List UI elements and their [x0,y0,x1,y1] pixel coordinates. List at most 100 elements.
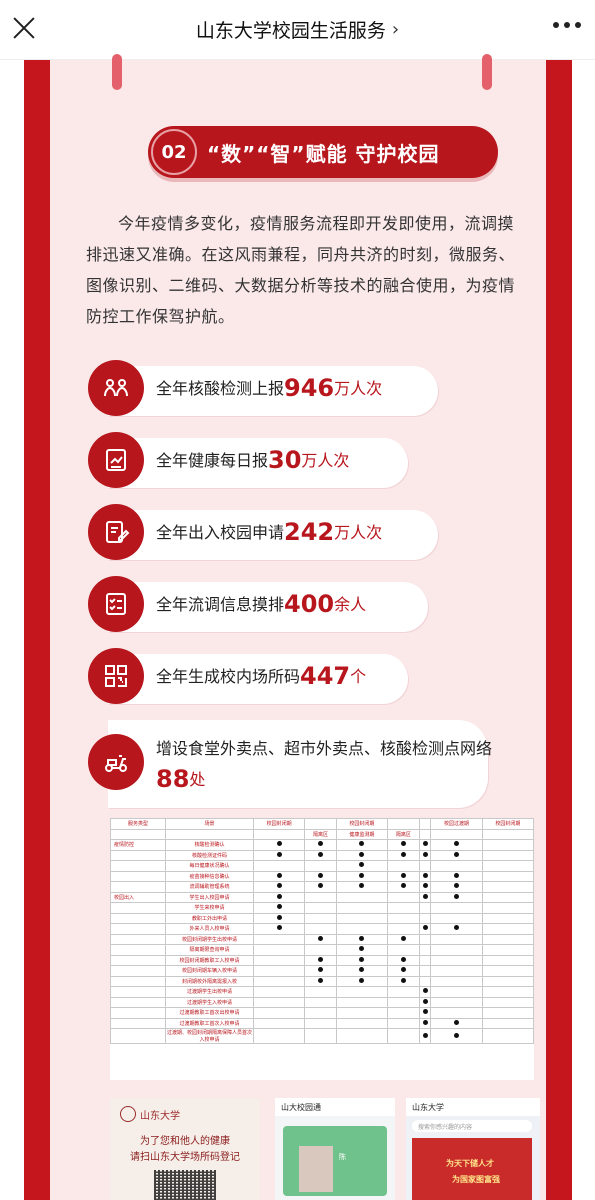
table-header-cell: 健康监测期 [335,828,389,840]
people-icon [88,360,144,416]
mark-cell [387,975,420,987]
thumb-poster[interactable]: 山东大学 为了您和他人的健康 请扫山东大学场所码登记 [110,1098,260,1200]
mark-cell [481,954,535,966]
table-row: 学生来校申请 [110,902,535,914]
scene-cell: 疫苗接种信息确认 [165,870,254,882]
mark-cell [304,1028,337,1044]
service-type-cell [110,860,166,872]
table-row: 过渡期教职工首次出校申请 [110,1007,535,1019]
table-header-cell: 隔离区 [304,828,337,840]
bullet-icon [400,851,406,857]
table-row: 隔离期限查询申请 [110,944,535,956]
bullet-icon [359,967,365,973]
stat-item: 全年出入校园申请242万人次 [88,504,438,564]
stat-number: 242 [284,518,335,546]
table-header-cell [418,818,432,830]
bullet-icon [359,841,365,847]
mark-cell [304,944,337,956]
table-row: 过渡期学生入校申请 [110,996,535,1008]
scene-cell: 核酸检测证件码 [165,849,254,861]
table-header-cell: 场景 [165,818,254,830]
mark-cell [430,986,483,998]
service-type-cell [110,849,166,861]
avatar [299,1146,333,1192]
mark-cell [387,996,420,1008]
bullet-icon [318,851,324,857]
mark-cell [481,933,535,945]
mark-cell [430,891,483,903]
mark-cell [304,933,337,945]
service-type-cell: 校园出入 [110,891,166,903]
thumb-mini-program[interactable]: 山东大学 搜索你感兴趣的内容 为天下储人才 为国家图富强 [406,1098,540,1200]
mark-cell [387,902,420,914]
bullet-icon [454,841,460,847]
mark-cell [335,975,389,987]
service-type-cell [110,1028,166,1044]
stat-text: 全年生成校内场所码447个 [156,662,366,690]
service-type-cell [110,954,166,966]
mark-cell [335,923,389,935]
mark-cell [430,912,483,924]
page-title[interactable]: 山东大学校园生活服务 › [196,16,399,43]
mark-cell [335,944,389,956]
bullet-icon [454,851,460,857]
stat-label: 全年核酸检测上报 [156,379,285,398]
mark-cell [418,944,432,956]
bullet-icon [359,977,365,983]
mark-cell [418,1007,432,1019]
more-options-icon[interactable] [553,22,581,28]
bullet-icon [318,956,324,962]
scene-cell: 隔离期限查询申请 [165,944,254,956]
stat-unit: 处 [189,770,206,789]
bullet-icon [276,872,282,878]
mark-cell [418,1017,432,1029]
mark-cell [481,881,535,893]
mark-cell [252,965,306,977]
mark-cell [252,860,306,872]
table-header-cell [418,828,432,840]
table-row: 封闭期校外隔离需报入校 [110,975,535,987]
bullet-icon [276,904,282,910]
bullet-icon [422,1019,428,1025]
mark-cell [418,996,432,1008]
bullet-icon [454,1019,460,1025]
search-input[interactable]: 搜索你感兴趣的内容 [412,1120,532,1132]
mark-cell [387,933,420,945]
stat-label: 全年流调信息摸排 [156,595,285,614]
table-row: 过渡期学生出校申请 [110,986,535,998]
mark-cell [430,923,483,935]
mark-cell [252,954,306,966]
mark-cell [481,1017,535,1029]
table-subheader-row: 隔离区 健康监测期 隔离区 [110,828,535,840]
mark-cell [252,923,306,935]
table-header-cell: 校园过渡期 [430,818,483,830]
table-row: 每日健康状况确认 [110,860,535,872]
card-name: 陈 [339,1153,346,1161]
mark-cell [387,954,420,966]
mark-cell [418,933,432,945]
table-row: 核酸检测证件码 [110,849,535,861]
mark-cell [304,1007,337,1019]
stat-unit: 万人次 [334,523,383,542]
close-icon[interactable] [10,14,38,42]
mark-cell [430,902,483,914]
mark-cell [304,849,337,861]
mark-cell [418,954,432,966]
table-row: 过渡期、校园封闭期隔离保障人员首次入校申请 [110,1028,535,1044]
stat-label: 全年健康每日报 [156,451,269,470]
scene-cell: 学生出入校园申请 [165,891,254,903]
mark-cell [304,1017,337,1029]
bullet-icon [454,893,460,899]
mark-cell [418,975,432,987]
thumb-app-screen[interactable]: 山大校园通 陈 [275,1098,395,1200]
section-number: 02 [151,129,197,175]
chart-icon [88,432,144,488]
mark-cell [335,1007,389,1019]
service-type-cell [110,975,166,987]
table-header-cell: 服务类型 [110,818,166,830]
mark-cell [387,912,420,924]
scene-cell: 过渡期、校园封闭期隔离保障人员首次入校申请 [165,1028,254,1044]
banner-image: 为天下储人才 为国家图富强 [412,1138,532,1200]
qr-code-icon [88,648,144,704]
edit-form-icon [88,504,144,560]
